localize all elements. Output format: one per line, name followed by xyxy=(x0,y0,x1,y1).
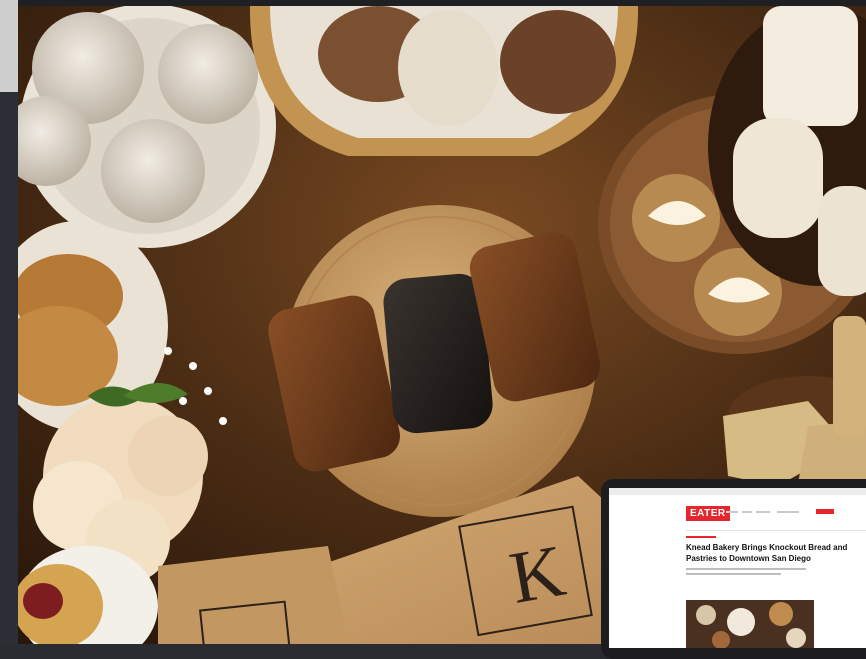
nav-link[interactable] xyxy=(742,511,752,513)
muffin xyxy=(101,119,205,223)
nav-link[interactable] xyxy=(777,511,799,513)
laptop-screen: EATER Knead Bakery Brings Knockout Bread… xyxy=(609,488,866,648)
article-dek xyxy=(686,568,806,570)
article-photo-illustration xyxy=(686,600,814,648)
nav-link[interactable] xyxy=(726,511,738,513)
scone xyxy=(833,316,866,436)
bread-loaf xyxy=(398,10,498,126)
nav-link[interactable] xyxy=(756,511,770,513)
laptop: EATER Knead Bakery Brings Knockout Bread… xyxy=(601,479,866,659)
browser-toolbar xyxy=(609,488,866,495)
divider xyxy=(686,530,866,531)
iced-pastry xyxy=(818,186,866,296)
iced-pastry xyxy=(733,118,823,238)
bread-loaf xyxy=(500,10,616,114)
article-photo xyxy=(686,600,814,648)
site-logo[interactable]: EATER xyxy=(686,506,730,521)
left-frame-strip-light xyxy=(0,0,18,92)
article-byline xyxy=(686,573,781,575)
muffin xyxy=(158,24,258,124)
article-kicker xyxy=(686,536,716,538)
article-headline[interactable]: Knead Bakery Brings Knockout Bread and P… xyxy=(686,542,866,564)
left-frame-strip xyxy=(0,0,18,644)
iced-pastry xyxy=(763,6,858,126)
subscribe-button[interactable] xyxy=(816,509,834,514)
